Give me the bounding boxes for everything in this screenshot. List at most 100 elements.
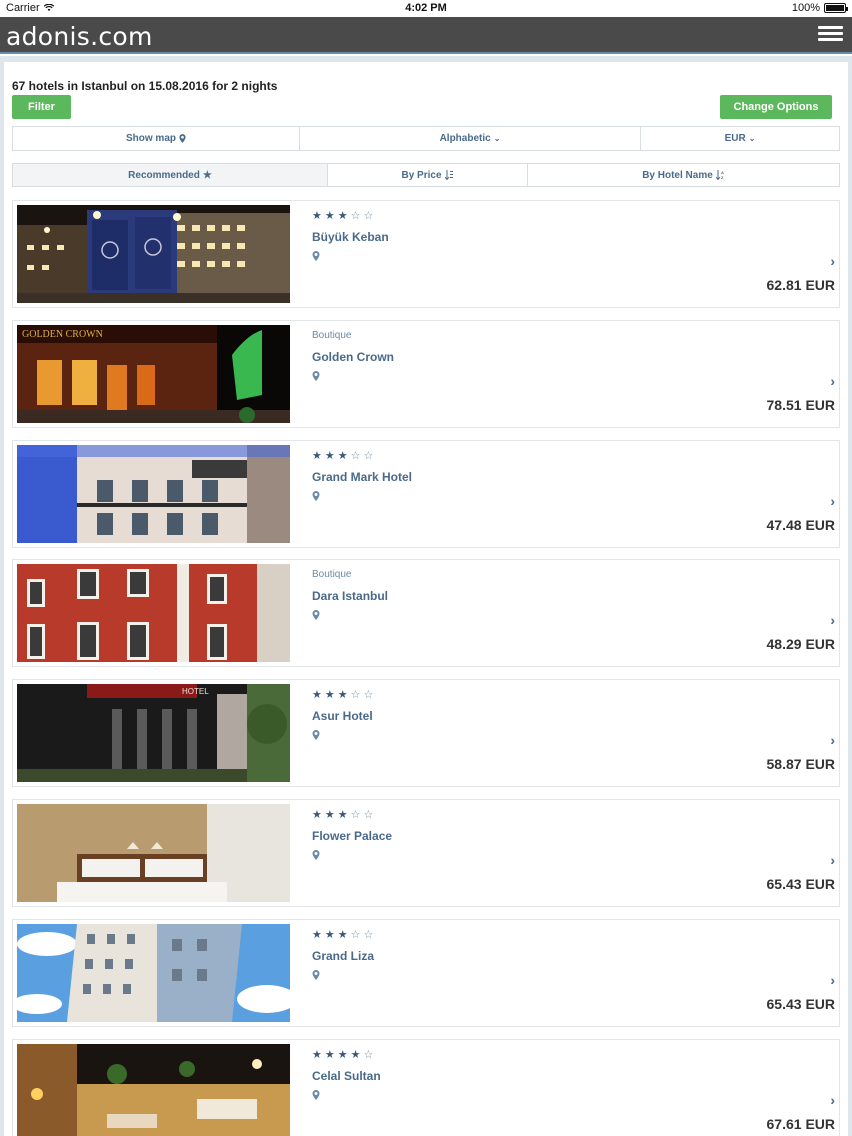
hamburger-menu-icon[interactable] xyxy=(818,26,843,42)
hotel-photo xyxy=(17,444,290,543)
svg-text:Z: Z xyxy=(721,175,724,180)
hotel-price: 48.29 EUR xyxy=(766,636,835,653)
hotel-rating: ★ ★ ★ ☆ ☆ xyxy=(312,929,373,941)
sort-numeric-icon xyxy=(444,170,453,180)
map-pin-icon[interactable] xyxy=(312,969,320,980)
logo[interactable]: adonis.com xyxy=(6,22,153,51)
star-icon: ★ xyxy=(202,169,212,181)
star-empty-icon: ☆ xyxy=(363,689,374,702)
change-options-button[interactable]: Change Options xyxy=(720,95,832,119)
star-rating: ★ ★ ★ ☆ ☆ xyxy=(312,689,373,701)
filter-button[interactable]: Filter xyxy=(12,95,71,119)
hotel-photo xyxy=(17,205,290,303)
chevron-down-icon: ⌄ xyxy=(748,134,756,143)
options-bar: Show map Alphabetic ⌄ EUR ⌄ xyxy=(12,126,840,151)
map-pin-icon[interactable] xyxy=(312,370,320,381)
chevron-right-icon[interactable]: › xyxy=(830,972,835,988)
hotel-name[interactable]: Grand Liza xyxy=(312,949,374,963)
chevron-right-icon[interactable]: › xyxy=(830,373,835,389)
hotel-card[interactable]: ★ ★ ★ ★ ☆ Celal Sultan › 67.61 EUR xyxy=(12,1038,840,1136)
tab-recommended[interactable]: Recommended ★ xyxy=(13,164,328,186)
star-empty-icon: ☆ xyxy=(363,808,374,821)
chevron-right-icon[interactable]: › xyxy=(830,493,835,509)
show-map-label: Show map xyxy=(125,133,176,144)
hotel-card[interactable]: ★ ★ ★ ☆ ☆ Grand Mark Hotel › 47.48 EUR xyxy=(12,439,840,548)
map-pin-icon[interactable] xyxy=(312,610,320,621)
star-empty-icon: ☆ xyxy=(363,449,374,462)
hotel-name[interactable]: Büyük Keban xyxy=(312,230,389,244)
hotel-category: Boutique xyxy=(312,569,352,581)
chevron-right-icon[interactable]: › xyxy=(830,852,835,868)
chevron-right-icon[interactable]: › xyxy=(830,253,835,269)
show-map-button[interactable]: Show map xyxy=(13,127,300,150)
star-rating: ★ ★ ★ ☆ ☆ xyxy=(312,809,373,821)
star-filled-icon: ★ xyxy=(337,210,348,222)
hotel-name[interactable]: Dara Istanbul xyxy=(312,589,388,603)
tab-by-hotel-name[interactable]: By Hotel Name AZ xyxy=(528,164,839,186)
star-filled-icon: ★ xyxy=(324,449,335,462)
star-filled-icon: ★ xyxy=(337,808,348,821)
chevron-right-icon[interactable]: › xyxy=(830,732,835,748)
clock: 4:02 PM xyxy=(405,2,447,14)
hotel-price: 62.81 EUR xyxy=(766,277,835,293)
star-filled-icon: ★ xyxy=(324,210,335,222)
hotel-rating: ★ ★ ★ ☆ ☆ xyxy=(312,210,373,222)
star-filled-icon: ★ xyxy=(324,689,335,702)
sort-alpha-icon: AZ xyxy=(715,170,724,180)
star-filled-icon: ★ xyxy=(324,1048,335,1061)
star-filled-icon: ★ xyxy=(312,210,322,222)
star-empty-icon: ☆ xyxy=(350,928,361,941)
hotel-name[interactable]: Grand Mark Hotel xyxy=(312,470,412,484)
hotel-rating: ★ ★ ★ ☆ ☆ xyxy=(312,809,373,821)
hotel-price: 65.43 EUR xyxy=(766,875,835,892)
hotel-card[interactable]: HOTEL ★ ★ ★ ☆ ☆ Asur Hotel › 58.87 EUR xyxy=(12,679,840,788)
hotel-name[interactable]: Celal Sultan xyxy=(312,1069,381,1083)
star-empty-icon: ☆ xyxy=(350,210,361,222)
star-filled-icon: ★ xyxy=(337,928,348,941)
star-empty-icon: ☆ xyxy=(363,210,374,222)
map-pin-icon[interactable] xyxy=(312,490,320,501)
tab-by-hotel-name-label: By Hotel Name xyxy=(642,169,713,181)
battery-label: 100% xyxy=(791,2,820,14)
hotel-price: 58.87 EUR xyxy=(766,756,835,773)
hotel-rating: ★ ★ ★ ★ ☆ xyxy=(312,1049,373,1061)
map-pin-icon[interactable] xyxy=(312,730,320,741)
map-pin-icon xyxy=(179,134,186,143)
sort-mode-select[interactable]: Alphabetic ⌄ xyxy=(300,127,641,150)
currency-label: EUR xyxy=(724,133,746,144)
currency-select[interactable]: EUR ⌄ xyxy=(641,127,839,150)
map-pin-icon[interactable] xyxy=(312,1089,320,1100)
map-pin-icon[interactable] xyxy=(312,251,320,261)
star-filled-icon: ★ xyxy=(312,1048,322,1061)
star-empty-icon: ☆ xyxy=(350,449,361,462)
hotel-card[interactable]: GOLDEN CROWN Boutique Golden Crown › 78.… xyxy=(12,319,840,428)
svg-text:GOLDEN CROWN: GOLDEN CROWN xyxy=(22,329,103,340)
star-empty-icon: ☆ xyxy=(363,928,374,941)
hotel-photo xyxy=(17,803,290,902)
tab-by-price[interactable]: By Price xyxy=(328,164,528,186)
hotel-card[interactable]: ★ ★ ★ ☆ ☆ Flower Palace › 65.43 EUR xyxy=(12,798,840,907)
results-summary: 67 hotels in Istanbul on 15.08.2016 for … xyxy=(12,79,278,93)
hotel-card[interactable]: Boutique Dara Istanbul › 48.29 EUR xyxy=(12,559,840,668)
map-pin-icon[interactable] xyxy=(312,849,320,860)
star-rating: ★ ★ ★ ★ ☆ xyxy=(312,1049,373,1061)
hotel-name[interactable]: Flower Palace xyxy=(312,829,392,843)
star-rating: ★ ★ ★ ☆ ☆ xyxy=(312,450,373,462)
battery-icon xyxy=(824,3,848,13)
hotel-card[interactable]: ★ ★ ★ ☆ ☆ Grand Liza › 65.43 EUR xyxy=(12,918,840,1027)
star-filled-icon: ★ xyxy=(324,928,335,941)
hotel-category: Boutique xyxy=(312,329,352,341)
star-filled-icon: ★ xyxy=(337,449,348,462)
chevron-right-icon[interactable]: › xyxy=(830,612,835,628)
hotel-photo xyxy=(17,923,290,1022)
chevron-right-icon[interactable]: › xyxy=(830,1092,835,1108)
tab-recommended-label: Recommended xyxy=(128,169,200,181)
hotel-name[interactable]: Asur Hotel xyxy=(312,709,373,723)
hotel-price: 47.48 EUR xyxy=(766,516,835,533)
star-empty-icon: ☆ xyxy=(363,1048,374,1061)
hotel-card[interactable]: ★ ★ ★ ☆ ☆ Büyük Keban › 62.81 EUR xyxy=(12,200,840,308)
svg-text:HOTEL: HOTEL xyxy=(182,687,209,696)
hotel-price: 65.43 EUR xyxy=(766,995,835,1012)
hotel-rating: ★ ★ ★ ☆ ☆ xyxy=(312,450,373,462)
hotel-name[interactable]: Golden Crown xyxy=(312,350,394,364)
